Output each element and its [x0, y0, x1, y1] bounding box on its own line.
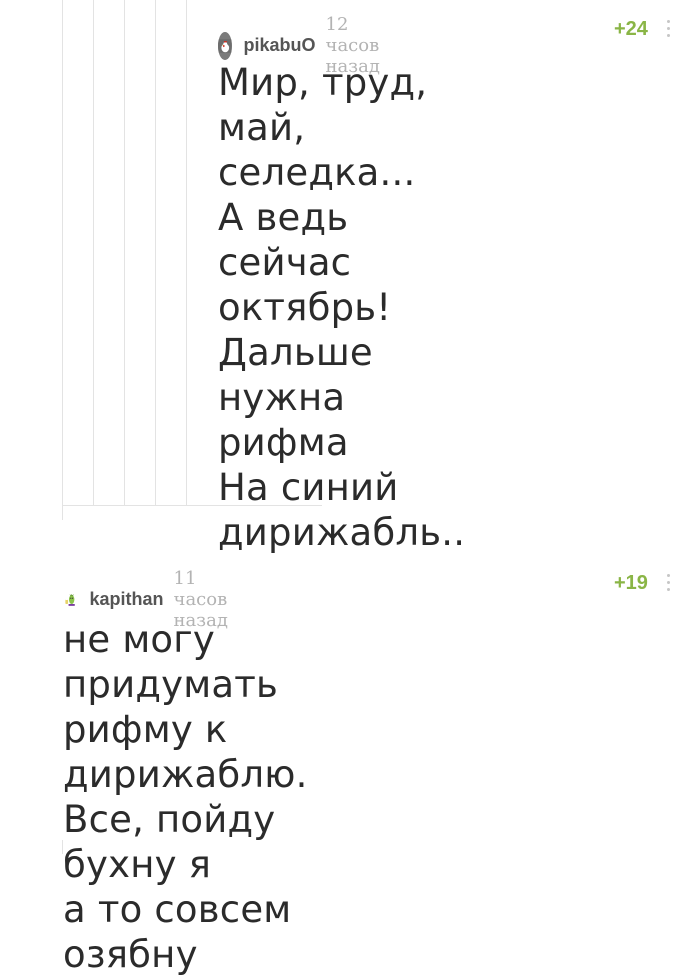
comment-text: Мир, труд, май, селедка... А ведь сейчас… — [218, 61, 466, 554]
rooster-avatar-icon[interactable] — [218, 31, 232, 60]
cactus-avatar-icon[interactable] — [64, 586, 78, 614]
thread-line-1 — [62, 0, 63, 520]
thread-line-2 — [93, 0, 94, 505]
thread-line-3 — [124, 0, 125, 505]
comment-author[interactable]: kapithan — [90, 589, 164, 610]
thread-line-4 — [155, 0, 156, 505]
more-options-icon[interactable] — [667, 20, 671, 37]
comment-rating: +24 — [614, 18, 648, 40]
comment-text: не могу придумать рифму к дирижаблю. Все… — [63, 618, 308, 976]
more-options-icon[interactable] — [667, 574, 671, 591]
thread-line-5 — [186, 0, 187, 505]
comment-rating: +19 — [614, 572, 648, 594]
comment-author[interactable]: pikabuO — [244, 35, 316, 56]
